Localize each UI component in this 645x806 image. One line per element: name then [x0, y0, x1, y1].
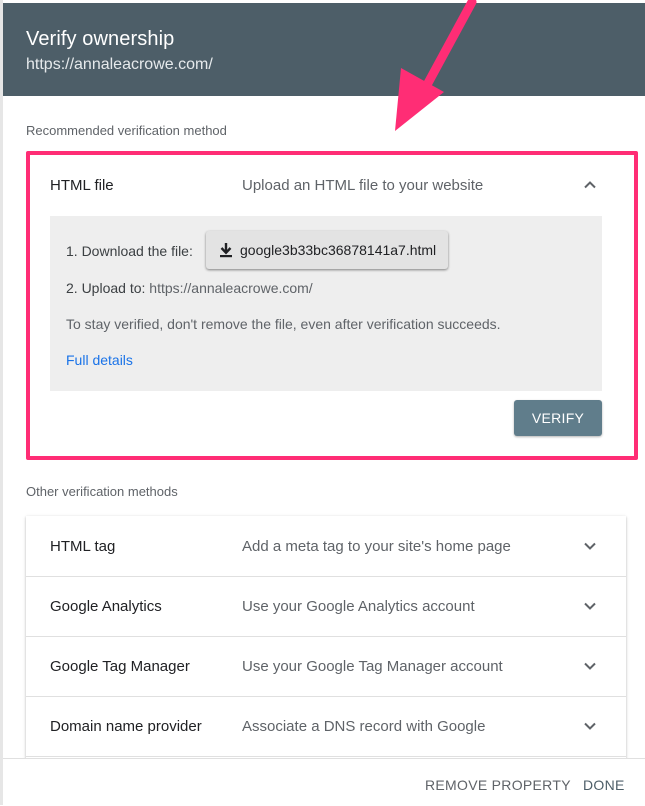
other-methods-list: HTML tag Add a meta tag to your site's h… — [26, 516, 626, 766]
method-row-google-analytics[interactable]: Google Analytics Use your Google Analyti… — [26, 576, 626, 637]
chevron-up-icon[interactable] — [580, 175, 600, 195]
method-description: Use your Google Tag Manager account — [242, 658, 503, 675]
remove-property-button[interactable]: REMOVE PROPERTY — [425, 777, 571, 793]
left-edge — [0, 0, 3, 805]
step-2-label: 2. Upload to: — [66, 280, 146, 296]
method-title: Domain name provider — [50, 718, 202, 735]
stay-verified-note: To stay verified, don't remove the file,… — [66, 316, 501, 332]
instructions-panel: 1. Download the file: google3b33bc368781… — [50, 216, 602, 391]
download-icon — [220, 243, 232, 258]
method-row-domain-name-provider[interactable]: Domain name provider Associate a DNS rec… — [26, 696, 626, 757]
method-title: Google Analytics — [50, 598, 162, 615]
recommended-method-card: HTML file Upload an HTML file to your we… — [26, 151, 638, 460]
property-url: https://annaleacrowe.com/ — [26, 56, 213, 73]
dialog-header: Verify ownership https://annaleacrowe.co… — [3, 3, 645, 96]
html-file-header[interactable]: HTML file Upload an HTML file to your we… — [30, 155, 626, 215]
method-row-html-tag[interactable]: HTML tag Add a meta tag to your site's h… — [26, 516, 626, 577]
chevron-down-icon[interactable] — [580, 716, 600, 736]
download-file-button[interactable]: google3b33bc36878141a7.html — [206, 231, 448, 269]
chevron-down-icon[interactable] — [580, 596, 600, 616]
dialog-title: Verify ownership — [26, 28, 175, 50]
step-2-url: https://annaleacrowe.com/ — [149, 280, 313, 296]
method-description: Add a meta tag to your site's home page — [242, 538, 511, 555]
recommended-section-label: Recommended verification method — [26, 123, 227, 138]
full-details-link[interactable]: Full details — [66, 352, 133, 368]
chevron-down-icon[interactable] — [580, 656, 600, 676]
html-file-description: Upload an HTML file to your website — [242, 177, 484, 194]
method-description: Use your Google Analytics account — [242, 598, 475, 615]
download-file-name: google3b33bc36878141a7.html — [240, 242, 437, 258]
html-file-title: HTML file — [50, 177, 114, 194]
done-button[interactable]: DONE — [583, 777, 625, 793]
method-description: Associate a DNS record with Google — [242, 718, 486, 735]
method-title: HTML tag — [50, 538, 116, 555]
step-2: 2. Upload to: https://annaleacrowe.com/ — [66, 280, 313, 296]
method-title: Google Tag Manager — [50, 658, 190, 675]
method-row-google-tag-manager[interactable]: Google Tag Manager Use your Google Tag M… — [26, 636, 626, 697]
verify-button[interactable]: VERIFY — [514, 400, 602, 436]
other-section-label: Other verification methods — [26, 484, 178, 499]
chevron-down-icon[interactable] — [580, 536, 600, 556]
dialog-footer: REMOVE PROPERTY DONE — [3, 758, 645, 806]
step-1-label: 1. Download the file: — [66, 243, 193, 259]
